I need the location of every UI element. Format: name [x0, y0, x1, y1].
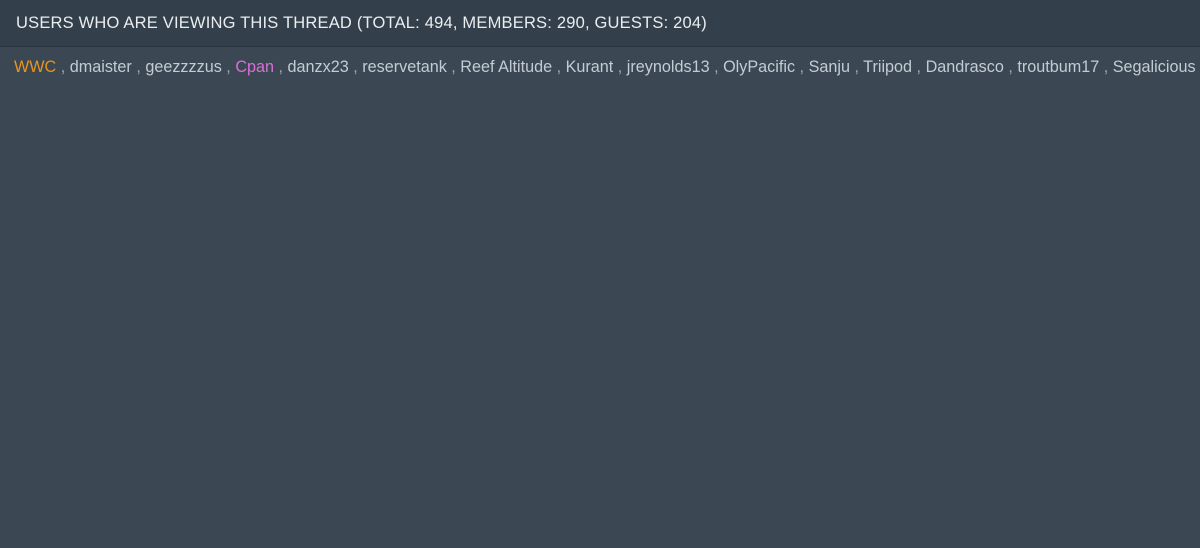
page-title: USERS WHO ARE VIEWING THIS THREAD (TOTAL…: [16, 14, 707, 32]
viewing-users-list: WWC , dmaister , geezzzzus , Cpan , danz…: [0, 47, 1200, 84]
user-separator: ,: [446, 58, 461, 76]
user-link[interactable]: Triipod: [863, 58, 912, 76]
user-separator: ,: [613, 58, 627, 76]
user-link[interactable]: danzx23: [288, 58, 349, 76]
user-link[interactable]: Dandrasco: [926, 58, 1004, 76]
user-link[interactable]: dmaister: [70, 58, 132, 76]
user-separator: ,: [1196, 58, 1200, 76]
user-separator: ,: [348, 58, 363, 76]
user-separator: ,: [56, 58, 70, 76]
user-link[interactable]: reservetank: [362, 58, 447, 76]
user-separator: ,: [221, 58, 236, 76]
user-separator: ,: [912, 58, 926, 76]
panel-header: USERS WHO ARE VIEWING THIS THREAD (TOTAL…: [0, 0, 1200, 47]
user-separator: ,: [795, 58, 809, 76]
user-link[interactable]: Segalicious: [1113, 58, 1196, 76]
user-link[interactable]: Reef Altitude: [460, 58, 552, 76]
user-link[interactable]: WWC: [14, 58, 56, 76]
user-separator: ,: [1003, 58, 1018, 76]
user-separator: ,: [849, 58, 864, 76]
user-link[interactable]: Sanju: [809, 58, 850, 76]
user-separator: ,: [709, 58, 724, 76]
user-link[interactable]: OlyPacific: [723, 58, 795, 76]
user-link[interactable]: troutbum17: [1017, 58, 1099, 76]
user-link[interactable]: Kurant: [566, 58, 614, 76]
user-separator: ,: [131, 58, 146, 76]
user-link[interactable]: geezzzzus: [145, 58, 221, 76]
user-link[interactable]: jreynolds13: [627, 58, 710, 76]
user-separator: ,: [552, 58, 566, 76]
user-link[interactable]: Cpan: [235, 58, 274, 76]
user-separator: ,: [1099, 58, 1113, 76]
users-viewing-thread-panel: USERS WHO ARE VIEWING THIS THREAD (TOTAL…: [0, 0, 1200, 548]
user-separator: ,: [274, 58, 288, 76]
